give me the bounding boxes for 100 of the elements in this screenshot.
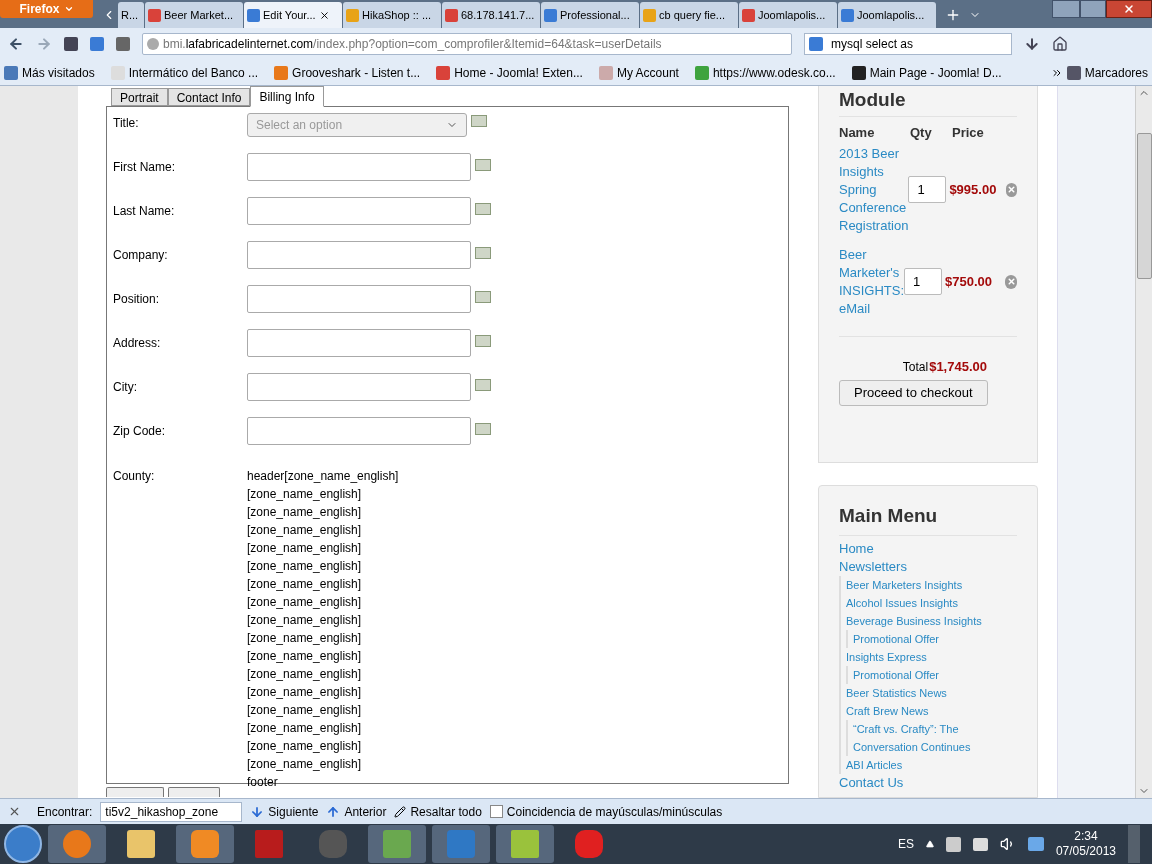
minimize-icon[interactable] xyxy=(1052,0,1080,18)
browser-tab[interactable]: Beer Market... xyxy=(145,2,243,28)
county-text: [zone_name_english] xyxy=(247,594,363,611)
browser-tab[interactable]: Professional... xyxy=(541,2,639,28)
remove-icon[interactable] xyxy=(1005,274,1017,289)
menu-link[interactable]: Newsletters xyxy=(839,557,1017,576)
search-field[interactable]: mysql select as xyxy=(804,33,1012,55)
close-icon xyxy=(1123,3,1135,15)
county-text: [zone_name_english] xyxy=(247,720,363,737)
field-label: Company: xyxy=(113,247,169,264)
site-icon xyxy=(694,65,709,80)
download-icon[interactable] xyxy=(1024,36,1040,52)
county-text: header[zone_name_english] xyxy=(247,468,399,485)
start-button[interactable] xyxy=(4,825,42,863)
bookmark[interactable]: Intermático del Banco ... xyxy=(110,63,259,82)
forward-icon[interactable] xyxy=(36,36,52,52)
close-icon[interactable] xyxy=(8,805,21,818)
address-field[interactable]: bmi.lafabricadelinternet.com/index.php?option=com_comprofiler&Itemid=64&task=userDetails xyxy=(142,33,792,55)
checkout-button[interactable]: Proceed to checkout xyxy=(839,380,988,406)
form-button[interactable] xyxy=(168,787,220,797)
remove-icon[interactable] xyxy=(1006,182,1017,197)
menu-link[interactable]: Beverage Business Insights xyxy=(846,611,996,630)
next-button[interactable]: Siguiente xyxy=(250,802,319,821)
language-indicator[interactable]: ES xyxy=(897,835,914,853)
quantity-field[interactable]: 1 xyxy=(908,176,947,203)
new-tab-icon[interactable] xyxy=(945,7,961,23)
site-icon xyxy=(436,65,451,80)
site-icon xyxy=(742,8,755,22)
close-tab-icon[interactable] xyxy=(318,9,330,21)
previous-button[interactable]: Anterior xyxy=(326,802,387,821)
browser-tab[interactable]: cb query fie... xyxy=(640,2,738,28)
input-field[interactable] xyxy=(247,373,471,401)
menu-link[interactable]: Promotional Offer xyxy=(853,665,1003,684)
bookmark[interactable]: My Account xyxy=(598,63,679,82)
menu-link[interactable]: Craft Brew News xyxy=(846,701,996,720)
bookmark[interactable]: Más visitados xyxy=(4,63,95,82)
bookmark[interactable]: Home - Joomla! Exten... xyxy=(436,63,583,82)
form-tab[interactable]: Billing Info xyxy=(250,86,324,107)
menu-link[interactable]: “Craft vs. Crafty”: The Conversation Continues xyxy=(853,719,1003,756)
county-text: [zone_name_english] xyxy=(247,486,363,503)
site-icon xyxy=(4,65,18,80)
field-label: Address: xyxy=(113,335,162,352)
input-field[interactable] xyxy=(247,241,471,269)
browser-tab[interactable]: Edit Your... xyxy=(244,2,342,28)
form-button[interactable] xyxy=(106,787,164,797)
edit-card-icon[interactable] xyxy=(475,159,491,171)
edit-card-icon[interactable] xyxy=(475,247,491,259)
menu-link[interactable]: Contact Us xyxy=(839,773,1017,792)
product-link[interactable]: 2013 Beer Insights Spring Conference Registration xyxy=(839,144,909,235)
form-tab[interactable]: Contact Info xyxy=(167,88,251,106)
input-field[interactable] xyxy=(247,329,471,357)
scrollbar[interactable] xyxy=(1135,86,1152,798)
home-icon[interactable] xyxy=(1052,36,1068,52)
site-icon xyxy=(274,65,289,80)
form-tab[interactable]: Portrait xyxy=(111,88,168,106)
scrollbar-thumb[interactable] xyxy=(1136,133,1152,279)
quantity-field[interactable]: 1 xyxy=(904,268,942,295)
menu-link[interactable]: Insights Express xyxy=(846,647,996,666)
bookmark[interactable]: https://www.odesk.co... xyxy=(694,63,836,82)
browser-tab[interactable]: 68.178.141.7... xyxy=(442,2,540,28)
menu-link[interactable]: Beer Statistics News xyxy=(846,683,996,702)
clock-time: 2:34 xyxy=(1074,829,1098,844)
input-field[interactable] xyxy=(247,417,471,445)
match-case-checkbox[interactable]: Coincidencia de mayúsculas/minúsculas xyxy=(489,802,723,821)
input-field[interactable] xyxy=(247,153,471,181)
edit-card-icon[interactable] xyxy=(471,115,487,127)
highlight-button[interactable]: Resaltar todo xyxy=(394,802,482,821)
edit-card-icon[interactable] xyxy=(475,335,491,347)
input-field[interactable] xyxy=(247,197,471,225)
edit-card-icon[interactable] xyxy=(475,423,491,435)
browser-tab[interactable]: Joomlapolis... xyxy=(838,2,936,28)
maximize-icon[interactable] xyxy=(1080,0,1106,18)
browser-tab[interactable]: R... xyxy=(118,2,144,28)
total-label: Total xyxy=(902,358,929,376)
site-icon xyxy=(841,8,854,22)
bookmark[interactable]: Grooveshark - Listen t... xyxy=(274,63,421,82)
bookmarks-menu[interactable]: Marcadores xyxy=(1050,63,1148,82)
edit-card-icon[interactable] xyxy=(475,379,491,391)
menu-link[interactable]: Promotional Offer xyxy=(853,629,1003,648)
column-header: Name xyxy=(839,124,876,142)
bookmark[interactable]: Main Page - Joomla! D... xyxy=(851,63,1002,82)
edit-card-icon[interactable] xyxy=(475,203,491,215)
menu-link[interactable]: Alcohol Issues Insights xyxy=(846,593,996,612)
show-hidden-icon[interactable] xyxy=(925,840,934,848)
menu-link[interactable]: Home xyxy=(839,539,1017,558)
site-icon xyxy=(544,8,557,22)
back-icon[interactable] xyxy=(8,36,24,52)
field-label: Position: xyxy=(113,291,161,308)
browser-tab[interactable]: HikaShop :: ... xyxy=(343,2,441,28)
browser-tab[interactable]: Joomlapolis... xyxy=(739,2,837,28)
county-text: [zone_name_english] xyxy=(247,504,363,521)
input-field[interactable] xyxy=(247,285,471,313)
find-field[interactable]: ti5v2_hikashop_zone xyxy=(100,801,243,822)
product-link[interactable]: Beer Marketer's INSIGHTS: eMail xyxy=(839,245,904,318)
find-label: Encontrar: xyxy=(37,803,93,821)
menu-link[interactable]: ABI Articles xyxy=(846,755,996,774)
county-text: [zone_name_english] xyxy=(247,558,363,575)
close-window-button[interactable] xyxy=(1106,0,1152,18)
menu-link[interactable]: Beer Marketers Insights xyxy=(846,575,996,594)
edit-card-icon[interactable] xyxy=(475,291,491,303)
